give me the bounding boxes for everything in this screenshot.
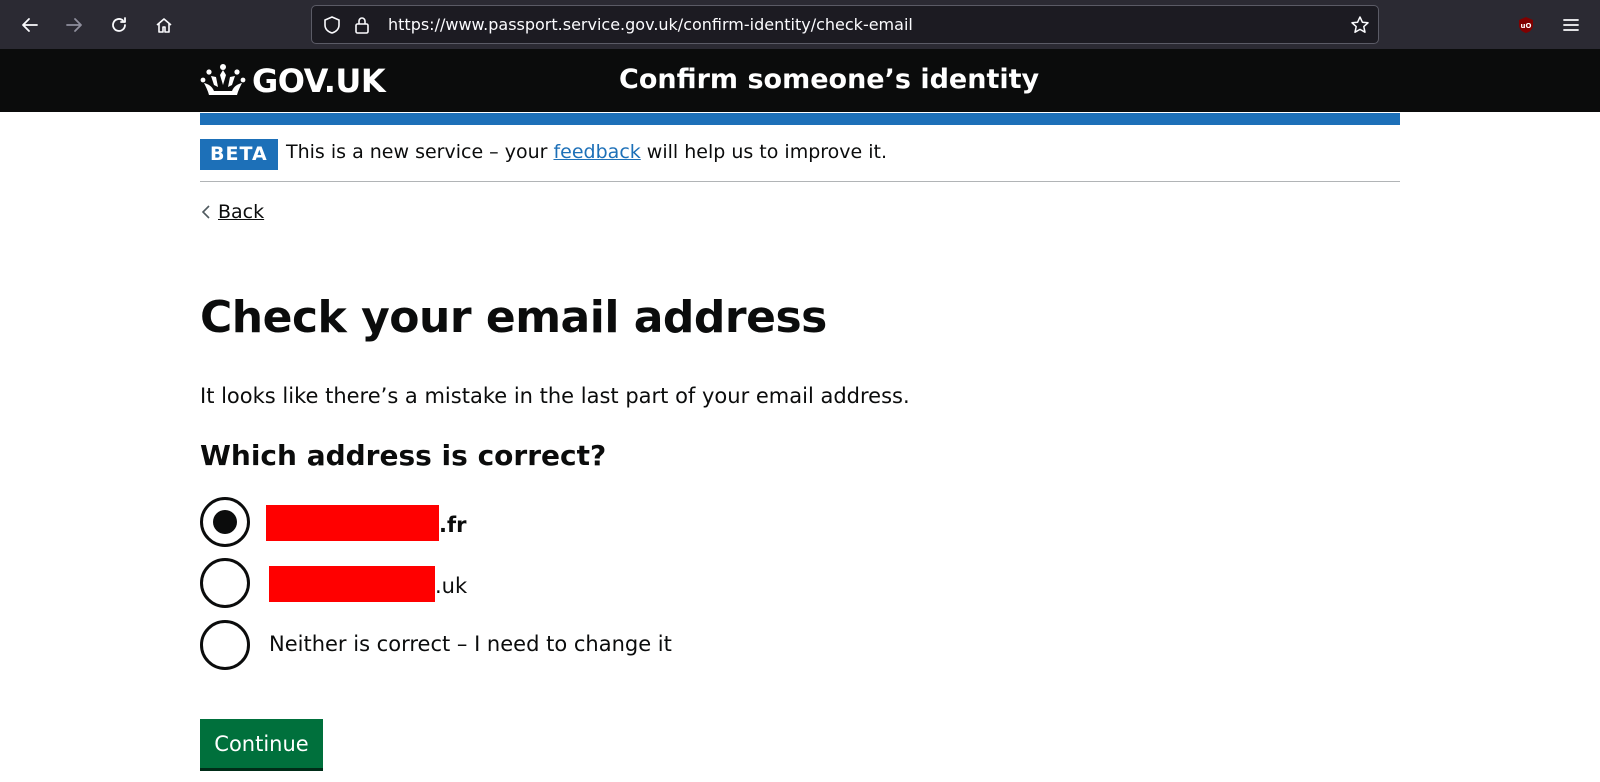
back-link[interactable]: Back (200, 201, 264, 223)
back-arrow-icon[interactable] (14, 9, 46, 41)
home-icon[interactable] (148, 9, 180, 41)
phase-banner: BETA This is a new service – your feedba… (200, 125, 1400, 182)
body-text: It looks like there’s a mistake in the l… (200, 384, 910, 408)
crown-icon (200, 64, 246, 95)
address-bar[interactable]: https://www.passport.service.gov.uk/conf… (311, 5, 1379, 44)
govuk-logo-link[interactable]: GOV.UK (200, 62, 386, 100)
forward-arrow-icon[interactable] (58, 9, 90, 41)
lock-icon[interactable] (352, 15, 372, 35)
radio-label-neither[interactable]: Neither is correct – I need to change it (269, 632, 672, 656)
reload-icon[interactable] (103, 9, 135, 41)
email-suffix-uk: .uk (435, 574, 468, 598)
shield-icon[interactable] (322, 15, 342, 35)
email-suffix-fr: .fr (439, 513, 467, 537)
fieldset-legend: Which address is correct? (200, 439, 607, 472)
beta-tag: BETA (200, 139, 278, 170)
redacted-email (266, 505, 439, 541)
bookmark-star-icon[interactable] (1350, 15, 1370, 35)
radio-input-neither[interactable] (200, 620, 250, 670)
browser-toolbar: https://www.passport.service.gov.uk/conf… (0, 0, 1600, 49)
phase-text-after: will help us to improve it. (640, 141, 888, 163)
header-blue-bar (200, 113, 1400, 125)
ublock-origin-icon[interactable]: uO (1510, 9, 1542, 41)
radio-input-fr[interactable] (200, 497, 250, 547)
radio-option-uk[interactable]: .uk (200, 558, 467, 608)
chevron-left-icon (201, 205, 210, 219)
page-title: Check your email address (200, 292, 827, 343)
feedback-link[interactable]: feedback (553, 141, 640, 163)
hamburger-menu-icon[interactable] (1555, 9, 1587, 41)
radio-input-uk[interactable] (200, 558, 250, 608)
service-name[interactable]: Confirm someone’s identity (619, 64, 1039, 95)
radio-option-fr[interactable]: .fr (200, 497, 466, 547)
govuk-header: GOV.UK Confirm someone’s identity (0, 49, 1600, 112)
back-link-label[interactable]: Back (218, 201, 264, 223)
govuk-logotype: GOV.UK (252, 62, 386, 100)
svg-text:uO: uO (1521, 22, 1532, 30)
phase-text-before: This is a new service – your (286, 141, 554, 163)
redacted-email (269, 566, 435, 602)
radio-label-fr[interactable]: .fr (266, 505, 467, 541)
url-text[interactable]: https://www.passport.service.gov.uk/conf… (388, 15, 913, 34)
radio-label-uk[interactable]: .uk (269, 566, 468, 602)
radio-option-neither[interactable]: Neither is correct – I need to change it (200, 620, 672, 670)
phase-banner-text: This is a new service – your feedback wi… (286, 141, 887, 163)
continue-button[interactable]: Continue (200, 719, 323, 768)
